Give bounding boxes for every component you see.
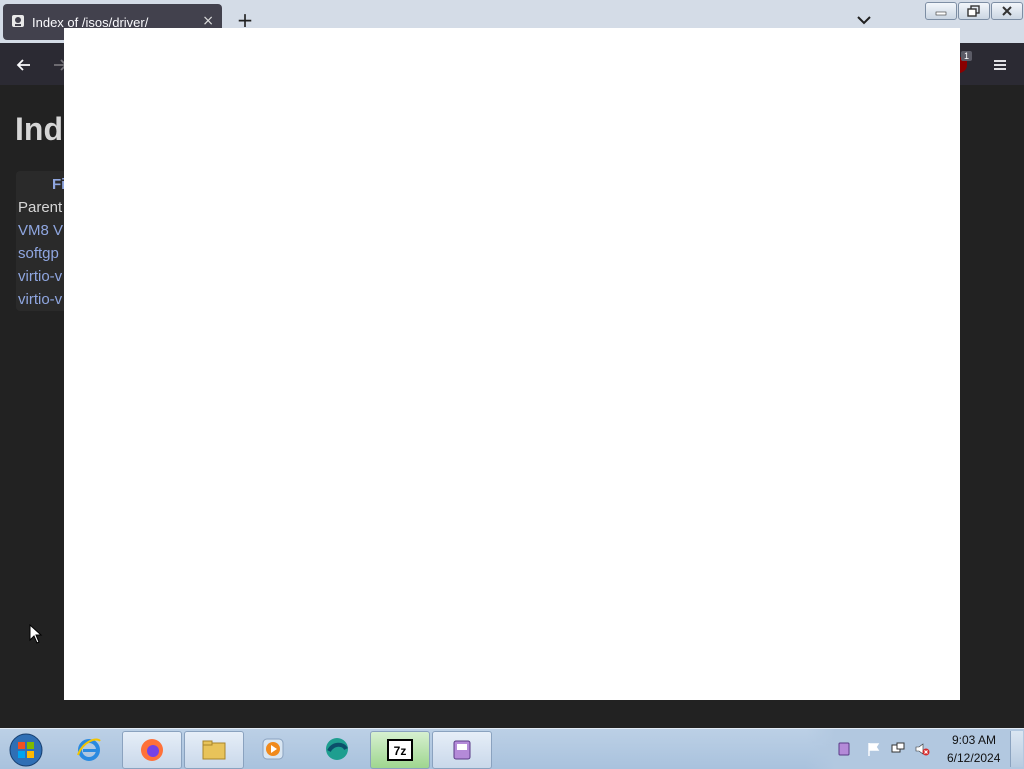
blank-popup-window[interactable]	[64, 28, 960, 700]
hamburger-menu-icon[interactable]	[990, 55, 1010, 75]
taskbar-file-explorer[interactable]	[184, 731, 244, 769]
action-center-flag-icon[interactable]	[866, 741, 882, 757]
page-heading: Ind	[15, 111, 63, 147]
window-restore-button[interactable]	[958, 2, 990, 20]
file-link[interactable]: virtio-v	[18, 268, 62, 285]
seven-zip-icon: 7z	[387, 739, 413, 761]
taskbar-7zip[interactable]: 7z	[370, 731, 430, 769]
file-link[interactable]: VM8 V	[18, 222, 63, 239]
firefox-icon	[141, 739, 163, 761]
media-player-icon	[262, 738, 284, 760]
window-close-button[interactable]	[991, 2, 1023, 20]
mouse-cursor-icon	[29, 624, 43, 644]
window-minimize-button[interactable]	[925, 2, 957, 20]
show-desktop-button[interactable]	[1010, 731, 1023, 767]
parent-directory-link[interactable]: Parent	[18, 199, 62, 216]
taskbar-media-player[interactable]	[244, 731, 302, 767]
taskbar-browser-alt[interactable]	[308, 731, 366, 767]
extension-badge-count: 1	[961, 51, 973, 61]
taskbar-app-window[interactable]	[432, 731, 492, 769]
list-all-tabs-chevron-icon[interactable]	[855, 11, 873, 29]
network-icon[interactable]	[890, 741, 906, 757]
app-window-icon	[453, 740, 471, 760]
tab-close-icon[interactable]: ×	[202, 13, 214, 29]
windows-start-button-icon[interactable]	[8, 732, 44, 768]
browser-swirl-icon	[326, 738, 348, 760]
clock-time[interactable]: 9:03 AM	[952, 733, 996, 747]
taskbar-internet-explorer[interactable]	[60, 731, 118, 767]
svg-text:7z: 7z	[394, 744, 407, 758]
folder-icon	[202, 740, 226, 760]
tray-app-icon[interactable]	[836, 741, 852, 757]
file-link[interactable]: softgp	[18, 245, 59, 262]
taskbar-firefox[interactable]	[122, 731, 182, 769]
back-arrow-icon[interactable]	[14, 55, 34, 75]
windows-taskbar: 7z 9:03 AM 6/12/2024	[0, 728, 1024, 769]
internet-explorer-icon	[77, 738, 101, 761]
site-favicon-icon	[12, 15, 24, 27]
volume-muted-icon[interactable]	[914, 741, 930, 757]
clock-date[interactable]: 6/12/2024	[947, 751, 1000, 765]
file-link[interactable]: virtio-v	[18, 291, 62, 308]
